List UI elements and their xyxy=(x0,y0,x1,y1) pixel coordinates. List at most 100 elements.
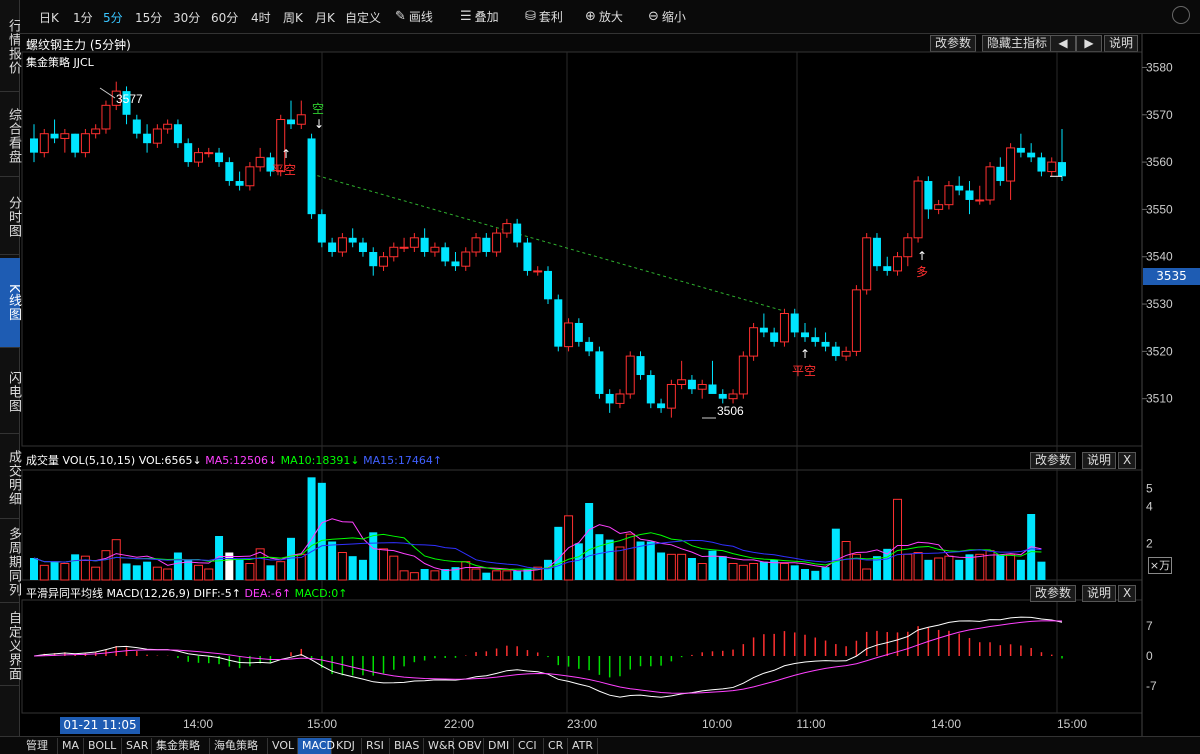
candle-body-51 xyxy=(554,299,563,347)
volume-bar-11 xyxy=(143,561,152,580)
candle-body-88 xyxy=(934,204,944,210)
kline-chart[interactable]: 3580 3570 3560 3550 3540 3530 3520 3510 3577 3506… xyxy=(0,0,1200,754)
short-signal-label: 空 xyxy=(312,102,324,116)
candle-body-91 xyxy=(965,190,974,200)
candle-body-30 xyxy=(337,237,347,253)
volume-ma10: MA10:18391↓ xyxy=(280,454,360,467)
close-short-arrow-icon-2: ↑ xyxy=(800,347,810,361)
volume-bar-50 xyxy=(544,559,552,580)
macd-name: MACD(12,26,9) xyxy=(106,587,191,600)
candle-body-50 xyxy=(544,270,552,300)
volume-bar-95 xyxy=(1006,553,1016,581)
macd-change-params-button[interactable]: 改参数 xyxy=(1030,585,1077,602)
indicator-tab-cr-15[interactable]: CR xyxy=(544,738,568,754)
volume-explain-button[interactable]: 说明 xyxy=(1082,452,1117,469)
candle-body-37 xyxy=(409,237,419,248)
price-axis-label-2: 3560 xyxy=(1146,155,1173,169)
candle-body-71 xyxy=(759,327,768,333)
indicator-tab--0[interactable]: 管理 xyxy=(22,738,58,754)
close-short-arrow-icon: ↑ xyxy=(281,147,291,161)
volume-bar-26 xyxy=(296,553,306,581)
indicator-tab--4[interactable]: 集金策略 xyxy=(152,738,210,754)
macd-explain-button[interactable]: 说明 xyxy=(1082,585,1117,602)
indicator-tab-atr-16[interactable]: ATR xyxy=(568,738,598,754)
macd-close-button[interactable]: X xyxy=(1118,585,1137,602)
candle-body-32 xyxy=(358,242,367,252)
indicator-tab-obv-12[interactable]: OBV xyxy=(454,738,484,754)
long-arrow-icon: ↑ xyxy=(917,249,927,263)
price-axis-label-5: 3530 xyxy=(1146,297,1173,311)
volume-bar-24 xyxy=(276,561,286,581)
close-short-label-2: 平空 xyxy=(792,364,816,378)
volume-bar-74 xyxy=(790,565,799,580)
indicator-tab-dmi-13[interactable]: DMI xyxy=(484,738,514,754)
macd-value: MACD:0↑ xyxy=(294,587,348,600)
volume-bar-76 xyxy=(811,570,820,580)
volume-bar-38 xyxy=(420,569,429,580)
indicator-tab-sar-3[interactable]: SAR xyxy=(122,738,152,754)
candle-body-84 xyxy=(893,256,903,272)
candle-body-45 xyxy=(492,232,502,253)
indicator-tab-macd-7[interactable]: MACD xyxy=(298,738,335,754)
candle-body-81 xyxy=(862,237,872,291)
indicator-tab-kdj-8[interactable]: KDJ xyxy=(332,738,362,754)
candle-body-85 xyxy=(903,237,913,258)
indicator-tab-rsi-9[interactable]: RSI xyxy=(362,738,390,754)
candle-body-40 xyxy=(441,247,450,262)
volume-ma5: MA5:12506↓ xyxy=(205,454,278,467)
volume-bar-81 xyxy=(862,568,872,581)
indicator-tab-bias-10[interactable]: BIAS xyxy=(390,738,424,754)
indicator-tab-vol-6[interactable]: VOL xyxy=(268,738,298,754)
volume-bar-9 xyxy=(122,563,131,580)
indicator-tab--5[interactable]: 海龟策略 xyxy=(210,738,268,754)
volume-bar-51 xyxy=(554,526,563,580)
candle-body-59 xyxy=(636,356,645,376)
candle-body-19 xyxy=(225,162,234,182)
macd-label: 平滑异同平均线 xyxy=(26,587,103,600)
volume-bar-73 xyxy=(779,563,789,581)
volume-bar-3 xyxy=(60,563,70,581)
candle-body-11 xyxy=(143,133,152,144)
volume-bar-1 xyxy=(39,564,49,581)
time-axis-label-2: 22:00 xyxy=(444,717,474,731)
candle-body-60 xyxy=(646,375,655,404)
volume-bar-34 xyxy=(379,548,389,581)
candle-body-63 xyxy=(677,379,687,385)
volume-bar-89 xyxy=(944,555,954,581)
candle-body-57 xyxy=(615,393,625,404)
volume-bar-45 xyxy=(492,570,502,581)
current-price-tag: 3535 xyxy=(1143,268,1200,285)
candle-body-56 xyxy=(605,393,614,404)
volume-bar-12 xyxy=(152,566,162,581)
volume-bar-70 xyxy=(749,563,759,581)
candle-body-46 xyxy=(502,223,512,234)
candle-body-35 xyxy=(389,246,399,258)
volume-bar-7 xyxy=(101,550,111,581)
volume-bar-54 xyxy=(585,503,594,580)
volume-bar-21 xyxy=(245,563,255,581)
indicator-tab-boll-2[interactable]: BOLL xyxy=(84,738,122,754)
volume-panel-header: 成交量 VOL(5,10,15) VOL:6565↓ MA5:12506↓ MA… xyxy=(26,452,442,468)
candle-body-77 xyxy=(821,341,830,347)
volume-change-params-button[interactable]: 改参数 xyxy=(1030,452,1077,469)
volume-close-button[interactable]: X xyxy=(1118,452,1137,469)
indicator-tab-wr-11[interactable]: W&R xyxy=(424,738,455,754)
indicator-tab-cci-14[interactable]: CCI xyxy=(514,738,544,754)
time-axis-label-6: 14:00 xyxy=(931,717,961,731)
short-arrow-icon: ↓ xyxy=(314,117,324,131)
candle-body-54 xyxy=(585,341,594,352)
volume-bar-28 xyxy=(317,482,326,580)
volume-bar-86 xyxy=(913,552,923,581)
candle-body-72 xyxy=(770,332,779,342)
candle-body-18 xyxy=(215,152,224,163)
candle-body-70 xyxy=(749,327,759,357)
candle-body-16 xyxy=(193,152,203,163)
macd-panel-frame xyxy=(21,599,1143,714)
price-axis-label-1: 3570 xyxy=(1146,108,1173,122)
volume-bar-36 xyxy=(399,570,409,581)
volume-bar-55 xyxy=(595,534,604,580)
time-axis-label-3: 23:00 xyxy=(567,717,597,731)
indicator-tab-ma-1[interactable]: MA xyxy=(58,738,84,754)
candle-body-75 xyxy=(801,332,809,338)
candle-body-67 xyxy=(718,393,727,399)
